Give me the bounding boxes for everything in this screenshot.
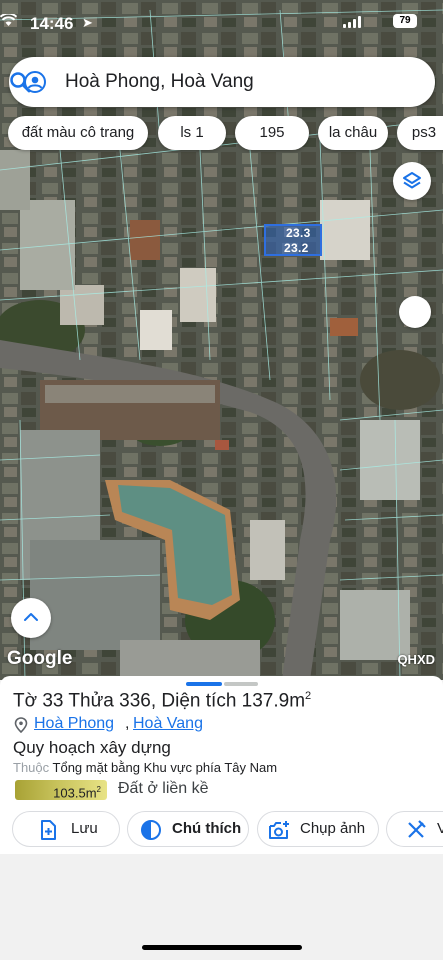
save-button[interactable]: Lưu bbox=[12, 811, 120, 847]
ward-link[interactable]: Hoà Phong bbox=[34, 715, 114, 733]
plot-label: 23.2 bbox=[284, 241, 309, 255]
expand-up-button[interactable] bbox=[11, 598, 51, 638]
wifi-icon bbox=[0, 14, 17, 26]
zone-area-swatch: 103.5m2 bbox=[15, 780, 107, 800]
screenshot-label: Chụp ảnh bbox=[300, 820, 366, 837]
search-bar[interactable]: Hoà Phong, Hoà Vang bbox=[9, 57, 435, 107]
chip-item[interactable]: đất màu cô trang bbox=[8, 116, 148, 150]
chip-item[interactable]: ps3 bbox=[397, 116, 443, 150]
save-add-icon bbox=[41, 820, 56, 840]
chip-item[interactable]: ls 1 bbox=[158, 116, 226, 150]
tools-icon bbox=[408, 820, 426, 838]
search-icon[interactable] bbox=[9, 71, 31, 93]
belongs-value: Tổng mặt bằng Khu vực phía Tây Nam bbox=[52, 760, 278, 775]
location-arrow-icon: ➤ bbox=[82, 15, 93, 30]
home-indicator[interactable] bbox=[142, 945, 302, 950]
chevron-up-icon bbox=[24, 613, 38, 621]
location-pin-icon bbox=[14, 717, 28, 733]
plan-heading: Quy hoạch xây dựng bbox=[13, 738, 171, 757]
save-label: Lưu bbox=[71, 820, 98, 837]
location-separator: , bbox=[125, 715, 130, 732]
opacity-slider-handle[interactable] bbox=[399, 296, 431, 328]
action-buttons: Lưu Chú thích Chụp ảnh V bbox=[12, 811, 443, 847]
chip-item[interactable]: la châu bbox=[318, 116, 388, 150]
parcel-title: Tờ 33 Thửa 336, Diện tích 137.9m2 bbox=[13, 690, 311, 712]
status-time: 14:46 bbox=[30, 14, 74, 33]
legend-button[interactable]: Chú thích bbox=[127, 811, 249, 847]
legend-label: Chú thích bbox=[172, 820, 242, 837]
cellular-signal-icon bbox=[343, 16, 361, 28]
status-bar: 14:46 ➤ 79 bbox=[0, 0, 443, 46]
area-unit-exponent: 2 bbox=[305, 690, 312, 702]
battery-icon: 79 bbox=[393, 14, 417, 28]
suggestion-chips: đất màu cô trang ls 1 195 la châu ps3 bbox=[8, 116, 443, 150]
chip-item[interactable]: 195 bbox=[235, 116, 309, 150]
legend-icon bbox=[141, 820, 161, 840]
plan-belongs-to: Thuộc Tổng mặt bằng Khu vực phía Tây Nam bbox=[13, 760, 277, 775]
layers-icon bbox=[403, 172, 421, 189]
zone-name: Đất ở liền kề bbox=[118, 780, 209, 797]
sheet-drag-handle[interactable] bbox=[186, 682, 258, 687]
google-logo: Google bbox=[7, 648, 73, 669]
tools-label: V bbox=[437, 812, 443, 846]
tools-button[interactable]: V bbox=[386, 811, 443, 847]
parcel-info-sheet[interactable]: Tờ 33 Thửa 336, Diện tích 137.9m2 Hoà Ph… bbox=[0, 676, 443, 854]
zone-area-exponent: 2 bbox=[96, 785, 101, 794]
layer-code-label: QHXD bbox=[397, 652, 435, 667]
satellite-map[interactable]: 23.3 23.2 14:46 ➤ 79 Hoà Phong, Hoà Vang… bbox=[0, 0, 443, 680]
plot-label: 23.3 bbox=[286, 226, 311, 240]
parcel-title-text: Tờ 33 Thửa 336, Diện tích 137.9m bbox=[13, 690, 306, 712]
district-link[interactable]: Hoà Vang bbox=[133, 715, 203, 733]
zone-area-value: 103.5m bbox=[53, 785, 97, 801]
belongs-label: Thuộc bbox=[13, 760, 50, 775]
screenshot-button[interactable]: Chụp ảnh bbox=[257, 811, 379, 847]
layers-button[interactable] bbox=[393, 162, 431, 200]
search-query[interactable]: Hoà Phong, Hoà Vang bbox=[65, 71, 254, 93]
camera-add-icon bbox=[269, 821, 289, 839]
